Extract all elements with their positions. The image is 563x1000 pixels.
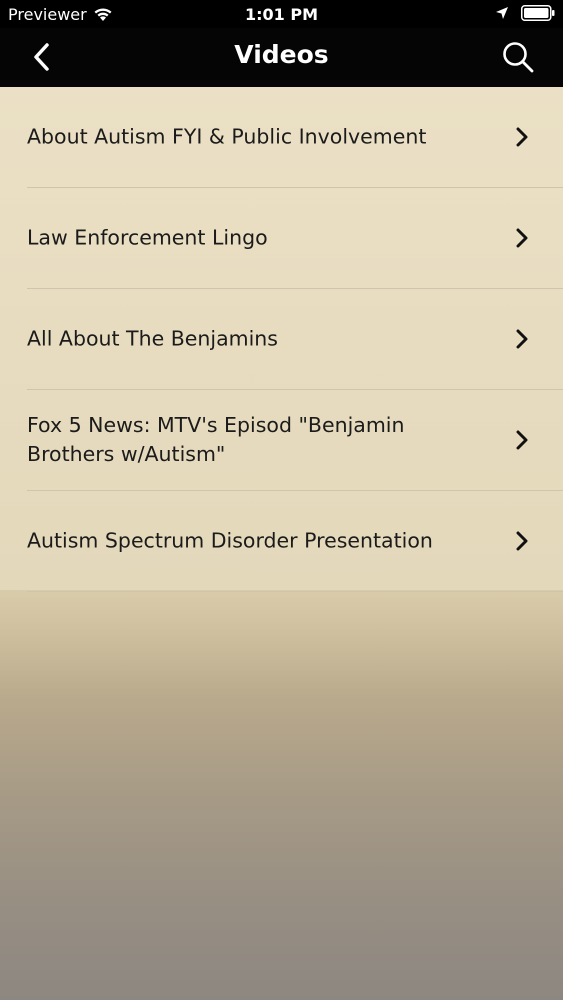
navigation-bar: Videos — [0, 28, 563, 87]
list-item-label: Autism Spectrum Disorder Presentation — [27, 528, 433, 553]
chevron-right-icon — [516, 531, 528, 551]
list-item-video-1[interactable]: About Autism FYI & Public Involvement — [27, 87, 563, 188]
list-item-video-5[interactable]: Autism Spectrum Disorder Presentation — [27, 491, 563, 592]
search-icon[interactable] — [501, 40, 535, 74]
status-bar: Previewer 1:01 PM — [0, 0, 563, 28]
list-item-video-4[interactable]: Fox 5 News: MTV's Episod "Benjamin Broth… — [27, 390, 563, 491]
chevron-right-icon — [516, 228, 528, 248]
chevron-right-icon — [516, 329, 528, 349]
location-arrow-icon — [496, 7, 508, 19]
video-list: About Autism FYI & Public Involvement La… — [0, 87, 563, 592]
list-item-label: Law Enforcement Lingo — [27, 225, 268, 250]
list-item-label: About Autism FYI & Public Involvement — [27, 124, 427, 149]
list-item-video-3[interactable]: All About The Benjamins — [27, 289, 563, 390]
chevron-right-icon — [516, 430, 528, 450]
battery-icon — [521, 5, 555, 21]
list-item-video-2[interactable]: Law Enforcement Lingo — [27, 188, 563, 289]
chevron-right-icon — [516, 127, 528, 147]
page-title: Videos — [234, 40, 329, 69]
list-item-label: All About The Benjamins — [27, 326, 278, 351]
status-time: 1:01 PM — [244, 5, 318, 24]
status-right — [495, 5, 555, 21]
list-item-label: Fox 5 News: MTV's Episod "Benjamin Broth… — [27, 413, 405, 466]
